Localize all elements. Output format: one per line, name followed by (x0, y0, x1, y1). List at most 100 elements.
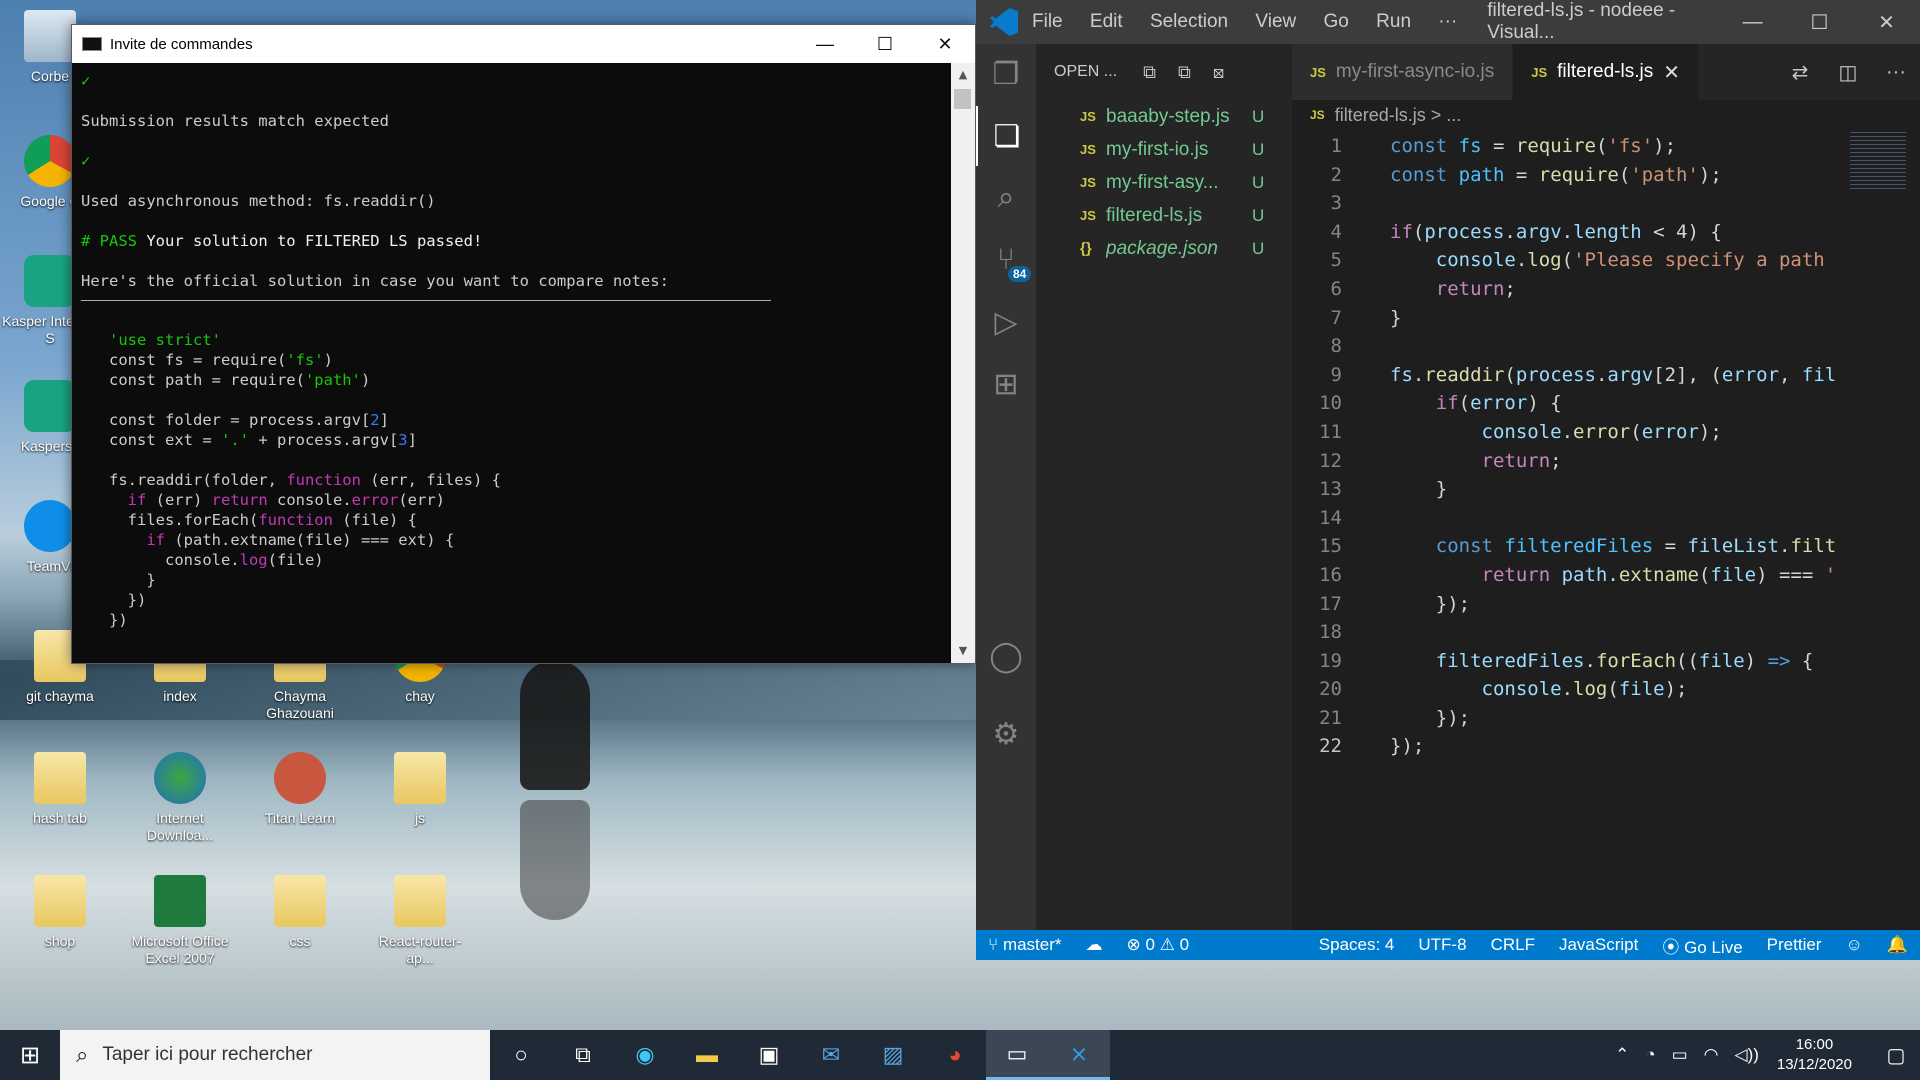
cmd-scrollbar[interactable]: ▲ ▼ (951, 63, 975, 663)
menu-selection[interactable]: Selection (1150, 11, 1228, 32)
code-editor[interactable]: 1 const fs = require('fs'); 2 const path =… (1292, 132, 1850, 930)
cmd-taskbar-icon[interactable]: ▭ (986, 1030, 1048, 1080)
minimize-button[interactable]: — (795, 25, 855, 63)
task-view-icon[interactable]: ⧉ (552, 1030, 614, 1080)
menu-view[interactable]: View (1255, 11, 1296, 32)
mail-icon[interactable]: ✉ (800, 1030, 862, 1080)
minimize-button[interactable]: — (1719, 11, 1786, 34)
cmd-titlebar[interactable]: Invite de commandes — ☐ ✕ (72, 25, 975, 63)
file-item[interactable]: JS my-first-asy... U (1036, 166, 1292, 199)
more-actions-icon[interactable]: ··· (1872, 61, 1920, 84)
cmd-window[interactable]: Invite de commandes — ☐ ✕ ✓ Submission r… (71, 24, 976, 664)
activity-bar: ❐ ❏ ⌕ ⑂ 84 ▷ ⊞ ◯ ⚙ (976, 44, 1036, 930)
run-debug-icon[interactable]: ▷ (976, 292, 1036, 352)
problems-indicator[interactable]: ⊗ 0 ⚠ 0 (1115, 935, 1202, 955)
desktop-icon-excel[interactable]: Microsoft Office Excel 2007 (130, 875, 230, 967)
windows-start-icon[interactable]: ⊞ (0, 1030, 60, 1080)
output-line: Here's the official solution in case you… (81, 272, 669, 290)
battery-icon[interactable]: ▭ (1672, 1045, 1688, 1065)
atom-icon (274, 752, 326, 804)
close-button[interactable]: ✕ (915, 25, 975, 63)
account-icon[interactable]: ◯ (976, 626, 1036, 686)
kaspersky-tray-icon[interactable]: ◔ (1645, 1045, 1655, 1065)
desktop-icon-js[interactable]: js (370, 752, 470, 827)
cmd-output[interactable]: ✓ Submission results match expected ✓ Us… (72, 63, 951, 663)
code-line: 14 (1319, 506, 1342, 529)
open-editors-actions[interactable]: ⧉⧉⊠ (1143, 62, 1246, 83)
source-control-icon[interactable]: ⑂ 84 (976, 230, 1036, 290)
search-icon[interactable]: ⌕ (976, 168, 1036, 228)
file-item[interactable]: JS my-first-io.js U (1036, 133, 1292, 166)
prettier-indicator[interactable]: Prettier (1755, 935, 1834, 955)
close-icon[interactable]: ✕ (1663, 60, 1680, 85)
taskbar: ⊞ ⌕ Taper ici pour rechercher ○ ⧉ ◉ ▬ ▣ … (0, 1030, 1920, 1080)
branch-indicator[interactable]: ⑂ master* (976, 935, 1074, 955)
scroll-up-arrow-icon[interactable]: ▲ (951, 63, 975, 87)
file-item[interactable]: JS baaaby-step.js U (1036, 100, 1292, 133)
chrome-taskbar-icon[interactable]: ◕ (924, 1030, 986, 1080)
go-live-button[interactable]: ⦿ Go Live (1650, 933, 1754, 958)
feedback-icon[interactable]: ☺ (1833, 935, 1874, 955)
folder-icon (274, 875, 326, 927)
volume-icon[interactable]: ◁)) (1735, 1045, 1759, 1065)
search-placeholder: Taper ici pour rechercher (102, 1044, 313, 1065)
desktop-icon-css[interactable]: css (250, 875, 350, 950)
menu-go[interactable]: Go (1324, 11, 1349, 32)
tab-filtered-ls[interactable]: JS filtered-ls.js ✕ (1513, 44, 1699, 100)
eol-indicator[interactable]: CRLF (1479, 935, 1547, 955)
compare-changes-icon[interactable]: ⇄ (1776, 60, 1824, 85)
sync-icon[interactable]: ☁ (1074, 935, 1115, 955)
desktop-icon-react-router[interactable]: React-router-ap... (370, 875, 470, 967)
clock[interactable]: 16:00 13/12/2020 (1777, 1035, 1852, 1075)
minimap[interactable] (1850, 132, 1906, 192)
cortana-icon[interactable]: ○ (490, 1030, 552, 1080)
vscode-titlebar[interactable]: File Edit Selection View Go Run ··· filt… (976, 0, 1920, 44)
desktop-icon-titan-learn[interactable]: Titan Learn (250, 752, 350, 827)
desktop-icon-shop[interactable]: shop (10, 875, 110, 950)
separator-line (81, 300, 771, 301)
menu-run[interactable]: Run (1376, 11, 1411, 32)
vscode-taskbar-icon[interactable]: ⨯ (1048, 1030, 1110, 1080)
open-editors-icon[interactable]: ❐ (976, 44, 1036, 104)
scroll-thumb[interactable] (954, 89, 971, 109)
output-line: Submission results match expected (81, 112, 389, 130)
vscode-logo-icon (990, 8, 1018, 36)
maximize-button[interactable]: ☐ (855, 25, 915, 63)
code-line: 18 (1319, 621, 1342, 644)
code-line: 15 const filteredFiles = fileList.filt (1319, 535, 1837, 558)
encoding-indicator[interactable]: UTF-8 (1406, 935, 1478, 955)
menu-edit[interactable]: Edit (1090, 11, 1123, 32)
menu-more[interactable]: ··· (1438, 11, 1457, 32)
notification-icon[interactable]: ▢ (1872, 1043, 1920, 1068)
chevron-up-icon[interactable]: ⌃ (1615, 1045, 1629, 1065)
store-icon[interactable]: ▣ (738, 1030, 800, 1080)
open-editors-header[interactable]: OPEN ... ⧉⧉⊠ (1036, 44, 1292, 100)
tab-my-first-async-io[interactable]: JS my-first-async-io.js (1292, 44, 1514, 100)
scroll-down-arrow-icon[interactable]: ▼ (951, 639, 975, 663)
edge-icon[interactable]: ◉ (614, 1030, 676, 1080)
breadcrumb[interactable]: JS filtered-ls.js > ... (1292, 100, 1920, 130)
menu-file[interactable]: File (1032, 11, 1063, 32)
file-item[interactable]: JS filtered-ls.js U (1036, 199, 1292, 232)
close-button[interactable]: ✕ (1853, 10, 1920, 35)
explorer-icon[interactable]: ❏ (976, 106, 1036, 166)
file-item[interactable]: {} package.json U (1036, 232, 1292, 265)
indentation-indicator[interactable]: Spaces: 4 (1307, 935, 1407, 955)
wifi-icon[interactable]: ◠ (1704, 1045, 1719, 1065)
photos-icon[interactable]: ▨ (862, 1030, 924, 1080)
language-indicator[interactable]: JavaScript (1547, 935, 1650, 955)
taskbar-search[interactable]: ⌕ Taper ici pour rechercher (60, 1030, 490, 1080)
code-line: 17 }); (1319, 592, 1471, 615)
gear-icon[interactable]: ⚙ (976, 704, 1036, 764)
code-line: 7} (1330, 306, 1402, 329)
file-explorer-icon[interactable]: ▬ (676, 1030, 738, 1080)
desktop-icon-hash-tab[interactable]: hash tab (10, 752, 110, 827)
editor-scrollbar[interactable] (1906, 132, 1920, 930)
vscode-window[interactable]: File Edit Selection View Go Run ··· filt… (976, 0, 1920, 960)
bell-icon[interactable]: 🔔 (1875, 935, 1920, 955)
maximize-button[interactable]: ☐ (1786, 10, 1853, 35)
menu-bar: File Edit Selection View Go Run ··· (1032, 11, 1479, 33)
split-editor-icon[interactable]: ◫ (1824, 60, 1872, 85)
extensions-icon[interactable]: ⊞ (976, 354, 1036, 414)
desktop-icon-idm[interactable]: Internet Downloa... (130, 752, 230, 844)
